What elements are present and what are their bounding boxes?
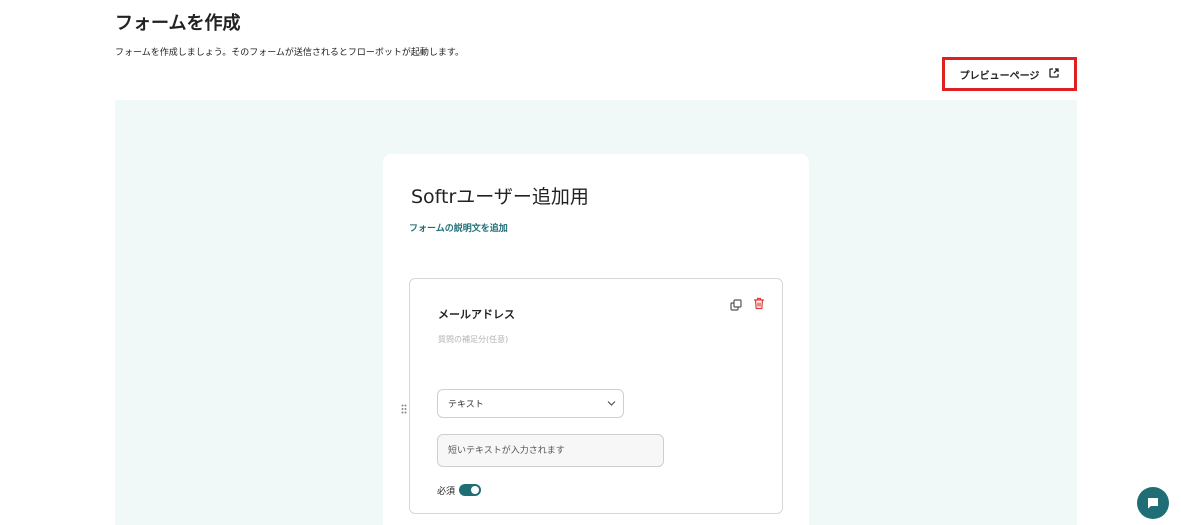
- external-link-icon: [1049, 67, 1060, 81]
- preview-page-button[interactable]: プレビューページ: [942, 57, 1077, 91]
- copy-icon[interactable]: [730, 296, 742, 311]
- field-type-select[interactable]: テキスト: [437, 389, 624, 418]
- form-title[interactable]: Softrユーザー追加用: [411, 182, 589, 209]
- trash-icon[interactable]: [753, 295, 765, 310]
- field-hint[interactable]: 質問の補足分(任意): [438, 334, 508, 345]
- field-card[interactable]: メールアドレス 質問の補足分(任意) テキスト 必須: [401, 278, 783, 514]
- form-card: Softrユーザー追加用 フォームの説明文を追加 メールアドレス 質問の補足分(…: [383, 154, 809, 525]
- page-title: フォームを作成: [115, 13, 241, 34]
- short-text-input[interactable]: [437, 434, 664, 467]
- required-label: 必須: [437, 487, 456, 497]
- add-form-description-link[interactable]: フォームの説明文を追加: [409, 221, 508, 234]
- required-toggle[interactable]: [459, 484, 481, 496]
- toggle-knob: [471, 486, 479, 494]
- field-label[interactable]: メールアドレス: [438, 306, 515, 322]
- drag-handle-icon[interactable]: [401, 399, 407, 414]
- chevron-down-icon: [607, 401, 616, 406]
- chat-support-button[interactable]: [1137, 487, 1169, 519]
- page-description: フォームを作成しましょう。そのフォームが送信されるとフローボットが起動します。: [115, 48, 465, 58]
- preview-page-label: プレビューページ: [959, 70, 1040, 82]
- field-type-value: テキスト: [448, 400, 484, 410]
- chat-icon: [1148, 498, 1158, 509]
